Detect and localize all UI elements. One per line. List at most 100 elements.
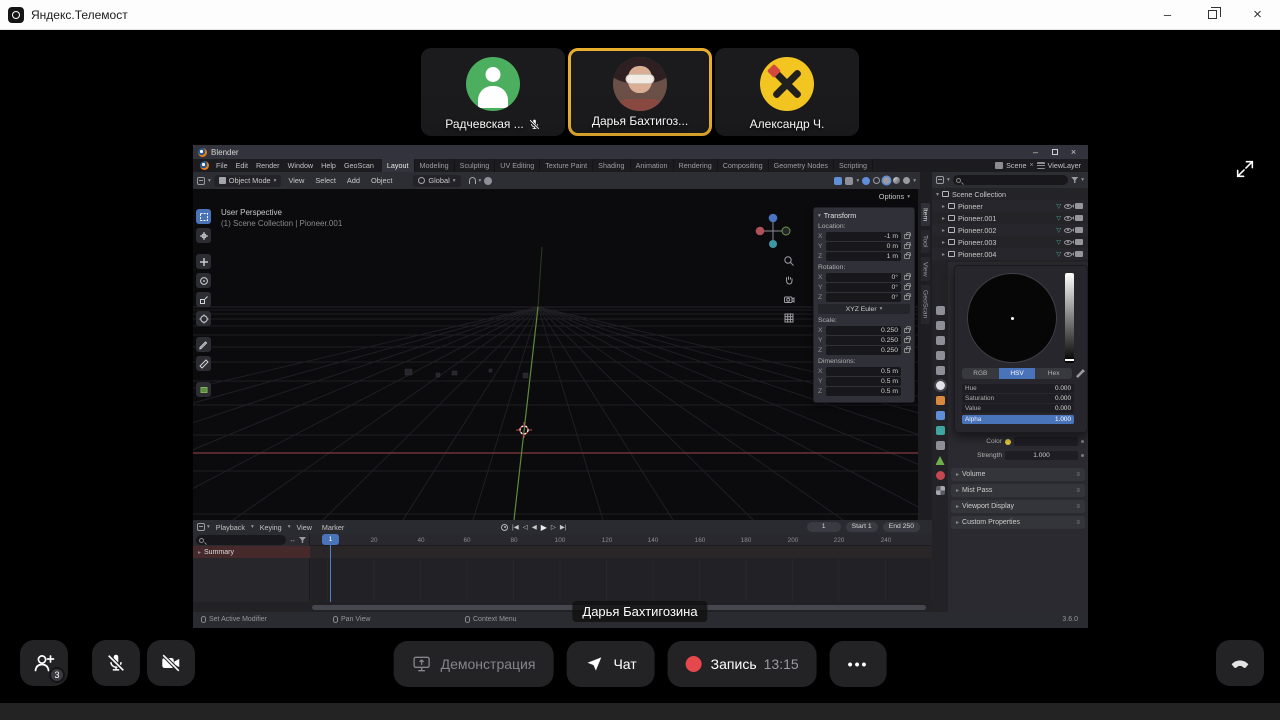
menu-window[interactable]: Window xyxy=(284,159,318,172)
participant-tile[interactable]: Радчевская ... xyxy=(421,48,565,136)
menu-select[interactable]: Select xyxy=(311,174,340,187)
navigation-gizmo[interactable] xyxy=(751,209,795,253)
playhead-frame-badge[interactable]: 1 xyxy=(322,534,339,545)
outliner-row[interactable]: ▸ Pioneer.004 ▽ xyxy=(932,248,1088,260)
rotation-x-field[interactable]: 0° xyxy=(826,273,901,282)
location-z-field[interactable]: 1 m xyxy=(826,252,901,261)
animate-dot-icon[interactable] xyxy=(1081,454,1084,457)
color-mode-hex[interactable]: Hex xyxy=(1035,368,1073,379)
orientation-dropdown[interactable]: Global ▾ xyxy=(413,174,461,187)
expand-icon[interactable] xyxy=(1234,158,1256,180)
hide-in-viewport-icon[interactable] xyxy=(1064,239,1072,245)
gizmo-toggle-icon[interactable] xyxy=(834,176,843,185)
lock-icon[interactable] xyxy=(904,335,911,343)
workspace-tab-texture-paint[interactable]: Texture Paint xyxy=(540,159,594,172)
properties-tab-material-icon[interactable] xyxy=(935,471,945,480)
menu-render[interactable]: Render xyxy=(252,159,284,172)
zoom-icon[interactable] xyxy=(783,255,795,267)
properties-tab-output-icon[interactable] xyxy=(935,336,945,345)
overlays-toggle-icon[interactable] xyxy=(845,176,854,185)
select-box-tool[interactable] xyxy=(196,209,211,224)
scale-y-field[interactable]: 0.250 xyxy=(826,336,901,345)
menu-edit[interactable]: Edit xyxy=(232,159,252,172)
chat-button[interactable]: Чат xyxy=(566,641,655,687)
scale-z-field[interactable]: 0.250 xyxy=(826,346,901,355)
menu-file[interactable]: File xyxy=(212,159,232,172)
mode-dropdown[interactable]: Object Mode ▾ xyxy=(213,174,282,187)
menu-add[interactable]: Add xyxy=(343,174,364,187)
current-frame-field[interactable]: 1 xyxy=(806,522,841,532)
properties-tab-data-icon[interactable] xyxy=(935,456,945,465)
minimize-icon[interactable]: – xyxy=(1145,0,1190,30)
workspace-tab-compositing[interactable]: Compositing xyxy=(718,159,769,172)
properties-tab-modifiers-icon[interactable] xyxy=(935,411,945,420)
lock-icon[interactable] xyxy=(904,272,911,280)
outliner-row[interactable]: ▸ Pioneer.001 ▽ xyxy=(932,212,1088,224)
menu-keying[interactable]: Keying xyxy=(256,521,286,534)
camera-button[interactable] xyxy=(147,640,195,686)
filter-icon[interactable] xyxy=(1071,177,1079,183)
cursor-tool[interactable] xyxy=(196,228,211,243)
measure-tool[interactable] xyxy=(196,356,211,371)
channel-search-input[interactable] xyxy=(196,535,286,545)
properties-tab-render-icon[interactable] xyxy=(935,321,945,330)
disable-in-renders-icon[interactable] xyxy=(1072,239,1083,245)
workspace-tab-animation[interactable]: Animation xyxy=(631,159,674,172)
menu-view[interactable]: View xyxy=(284,174,308,187)
workspace-tab-layout[interactable]: Layout xyxy=(381,159,415,172)
scale-x-field[interactable]: 0.250 xyxy=(826,326,901,335)
xray-toggle-icon[interactable] xyxy=(862,176,871,185)
properties-tab-texture-icon[interactable] xyxy=(935,486,945,495)
start-frame-field[interactable]: Start 1 xyxy=(845,522,878,532)
menu-playback[interactable]: Playback xyxy=(212,521,249,534)
shading-wireframe-icon[interactable] xyxy=(873,177,881,184)
viewport-options-dropdown[interactable]: Options ▾ xyxy=(879,192,910,201)
lock-icon[interactable] xyxy=(904,251,911,259)
workspace-tab-modeling[interactable]: Modeling xyxy=(415,159,455,172)
timeline-tracks[interactable] xyxy=(310,546,932,602)
pan-hand-icon[interactable] xyxy=(783,274,795,286)
snap-magnet-icon[interactable] xyxy=(468,177,476,184)
dimensions-x-field[interactable]: 0.5 m xyxy=(826,367,901,376)
transform-panel-title[interactable]: Transform xyxy=(824,211,856,220)
value-slider[interactable] xyxy=(1065,273,1074,363)
jump-to-start-icon[interactable]: |◀ xyxy=(512,523,519,531)
rotate-tool[interactable] xyxy=(196,273,211,288)
blender-close-icon[interactable]: × xyxy=(1064,145,1083,159)
more-button[interactable]: ••• xyxy=(829,641,887,687)
microphone-button[interactable] xyxy=(92,640,140,686)
workspace-tab-scripting[interactable]: Scripting xyxy=(834,159,873,172)
color-mode-hsv[interactable]: HSV xyxy=(998,368,1036,379)
scene-unlink-icon[interactable]: × xyxy=(1029,162,1033,169)
strength-field[interactable]: 1.000 xyxy=(1005,451,1078,460)
saturation-slider[interactable]: Saturation 0.000 xyxy=(962,394,1074,403)
sidebar-tab-geoscan[interactable]: GeoScan xyxy=(920,285,930,324)
annotate-tool[interactable] xyxy=(196,337,211,352)
dimensions-z-field[interactable]: 0.5 m xyxy=(826,387,901,396)
workspace-tab-shading[interactable]: Shading xyxy=(593,159,631,172)
rotation-y-field[interactable]: 0° xyxy=(826,283,901,292)
blender-menu-logo-icon[interactable] xyxy=(200,161,209,170)
value-number-slider[interactable]: Value 0.000 xyxy=(962,404,1074,413)
disable-in-renders-icon[interactable] xyxy=(1072,227,1083,233)
camera-view-icon[interactable] xyxy=(783,293,795,305)
properties-tab-scene-icon[interactable] xyxy=(935,366,945,375)
disable-in-renders-icon[interactable] xyxy=(1072,251,1083,257)
properties-tab-tool-icon[interactable] xyxy=(935,306,945,315)
editor-type-icon[interactable] xyxy=(197,176,205,185)
disable-in-renders-icon[interactable] xyxy=(1072,203,1083,209)
properties-tab-viewlayer-icon[interactable] xyxy=(935,351,945,360)
dimensions-y-field[interactable]: 0.5 m xyxy=(826,377,901,386)
section-custom-properties[interactable]: ▸ Custom Properties ≡ xyxy=(951,516,1085,529)
lock-icon[interactable] xyxy=(904,325,911,333)
alpha-slider[interactable]: Alpha 1.000 xyxy=(962,415,1074,424)
auto-keying-icon[interactable] xyxy=(501,523,508,531)
restore-icon[interactable] xyxy=(1190,0,1235,30)
color-mode-rgb[interactable]: RGB xyxy=(962,368,999,379)
location-y-field[interactable]: 0 m xyxy=(826,242,901,251)
scale-tool[interactable] xyxy=(196,292,211,307)
color-swatch[interactable] xyxy=(1005,438,1011,445)
play-reverse-icon[interactable]: ◀ xyxy=(532,523,537,531)
eyedropper-icon[interactable] xyxy=(1076,369,1085,378)
workspace-tab-uv-editing[interactable]: UV Editing xyxy=(495,159,541,172)
